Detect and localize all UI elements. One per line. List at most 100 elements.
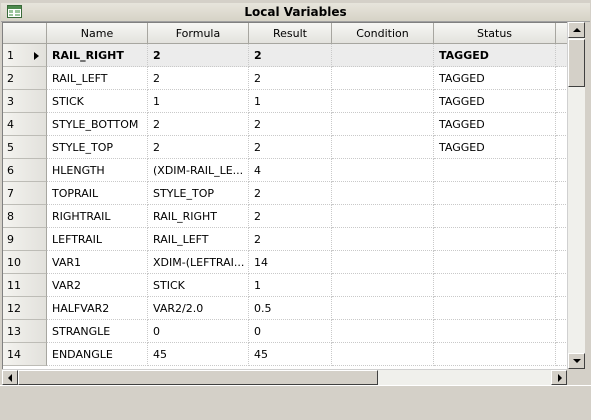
variables-grid[interactable]: Name Formula Result Condition Status 1 RAIL_RI… <box>2 22 568 369</box>
result-cell[interactable]: 0 <box>249 320 332 343</box>
condition-cell[interactable] <box>332 159 434 182</box>
formula-cell[interactable]: 0 <box>148 320 249 343</box>
table-row[interactable]: 2 RAIL_LEFT 2 2 TAGGED <box>3 67 568 90</box>
name-cell[interactable]: VAR2 <box>47 274 148 297</box>
column-header-result[interactable]: Result <box>249 23 332 44</box>
result-cell[interactable]: 14 <box>249 251 332 274</box>
vertical-scroll-thumb[interactable] <box>568 39 585 87</box>
condition-cell[interactable] <box>332 251 434 274</box>
name-cell[interactable]: ENDANGLE <box>47 343 148 366</box>
result-cell[interactable]: 1 <box>249 274 332 297</box>
name-cell[interactable]: STYLE_BOTTOM <box>47 113 148 136</box>
status-cell[interactable] <box>434 159 556 182</box>
condition-cell[interactable] <box>332 343 434 366</box>
condition-cell[interactable] <box>332 205 434 228</box>
formula-cell[interactable]: 2 <box>148 44 249 67</box>
formula-cell[interactable]: (XDIM-RAIL_LE... <box>148 159 249 182</box>
name-cell[interactable]: RAIL_RIGHT <box>47 44 148 67</box>
table-row[interactable]: 1 RAIL_RIGHT 2 2 TAGGED <box>3 44 568 67</box>
result-cell[interactable]: 4 <box>249 159 332 182</box>
name-cell[interactable]: RAIL_LEFT <box>47 67 148 90</box>
result-cell[interactable]: 1 <box>249 90 332 113</box>
table-row[interactable]: 14 ENDANGLE 45 45 <box>3 343 568 366</box>
formula-cell[interactable]: RAIL_LEFT <box>148 228 249 251</box>
status-cell[interactable]: TAGGED <box>434 44 556 67</box>
formula-cell[interactable]: 2 <box>148 113 249 136</box>
condition-cell[interactable] <box>332 67 434 90</box>
scroll-down-button[interactable] <box>568 353 585 369</box>
row-number[interactable]: 1 <box>3 44 47 67</box>
result-cell[interactable]: 0.5 <box>249 297 332 320</box>
table-row[interactable]: 3 STICK 1 1 TAGGED <box>3 90 568 113</box>
scroll-up-button[interactable] <box>568 22 585 38</box>
condition-cell[interactable] <box>332 297 434 320</box>
status-cell[interactable]: TAGGED <box>434 113 556 136</box>
vertical-scrollbar[interactable] <box>567 22 585 369</box>
result-cell[interactable]: 2 <box>249 113 332 136</box>
table-row[interactable]: 11 VAR2 STICK 1 <box>3 274 568 297</box>
condition-cell[interactable] <box>332 136 434 159</box>
name-cell[interactable]: LEFTRAIL <box>47 228 148 251</box>
column-header-condition[interactable]: Condition <box>332 23 434 44</box>
status-cell[interactable] <box>434 320 556 343</box>
condition-cell[interactable] <box>332 90 434 113</box>
scroll-right-button[interactable] <box>551 370 567 385</box>
condition-cell[interactable] <box>332 228 434 251</box>
table-row[interactable]: 12 HALFVAR2 VAR2/2.0 0.5 <box>3 297 568 320</box>
name-cell[interactable]: HLENGTH <box>47 159 148 182</box>
result-cell[interactable]: 2 <box>249 182 332 205</box>
row-number[interactable]: 3 <box>3 90 47 113</box>
table-row[interactable]: 9 LEFTRAIL RAIL_LEFT 2 <box>3 228 568 251</box>
condition-cell[interactable] <box>332 182 434 205</box>
row-number[interactable]: 14 <box>3 343 47 366</box>
status-cell[interactable] <box>434 182 556 205</box>
table-row[interactable]: 7 TOPRAIL STYLE_TOP 2 <box>3 182 568 205</box>
table-row[interactable]: 13 STRANGLE 0 0 <box>3 320 568 343</box>
status-cell[interactable] <box>434 251 556 274</box>
name-cell[interactable]: RIGHTRAIL <box>47 205 148 228</box>
formula-cell[interactable]: VAR2/2.0 <box>148 297 249 320</box>
name-cell[interactable]: STRANGLE <box>47 320 148 343</box>
formula-cell[interactable]: 45 <box>148 343 249 366</box>
row-number[interactable]: 12 <box>3 297 47 320</box>
row-number[interactable]: 2 <box>3 67 47 90</box>
scroll-left-button[interactable] <box>2 370 18 385</box>
row-number[interactable]: 9 <box>3 228 47 251</box>
table-row[interactable]: 5 STYLE_TOP 2 2 TAGGED <box>3 136 568 159</box>
status-cell[interactable] <box>434 228 556 251</box>
condition-cell[interactable] <box>332 274 434 297</box>
condition-cell[interactable] <box>332 113 434 136</box>
result-cell[interactable]: 2 <box>249 44 332 67</box>
horizontal-scroll-thumb[interactable] <box>18 370 378 385</box>
formula-cell[interactable]: XDIM-(LEFTRAI... <box>148 251 249 274</box>
condition-cell[interactable] <box>332 320 434 343</box>
formula-cell[interactable]: 2 <box>148 136 249 159</box>
formula-cell[interactable]: 1 <box>148 90 249 113</box>
row-number[interactable]: 6 <box>3 159 47 182</box>
horizontal-scrollbar[interactable] <box>2 369 567 385</box>
row-number[interactable]: 11 <box>3 274 47 297</box>
status-cell[interactable] <box>434 297 556 320</box>
formula-cell[interactable]: 2 <box>148 67 249 90</box>
row-number[interactable]: 13 <box>3 320 47 343</box>
status-cell[interactable] <box>434 274 556 297</box>
formula-cell[interactable]: STICK <box>148 274 249 297</box>
formula-cell[interactable]: STYLE_TOP <box>148 182 249 205</box>
name-cell[interactable]: TOPRAIL <box>47 182 148 205</box>
result-cell[interactable]: 2 <box>249 205 332 228</box>
row-number[interactable]: 7 <box>3 182 47 205</box>
result-cell[interactable]: 45 <box>249 343 332 366</box>
table-row[interactable]: 6 HLENGTH (XDIM-RAIL_LE... 4 <box>3 159 568 182</box>
result-cell[interactable]: 2 <box>249 67 332 90</box>
status-cell[interactable]: TAGGED <box>434 67 556 90</box>
row-number[interactable]: 10 <box>3 251 47 274</box>
status-cell[interactable]: TAGGED <box>434 90 556 113</box>
name-cell[interactable]: STICK <box>47 90 148 113</box>
table-row[interactable]: 10 VAR1 XDIM-(LEFTRAI... 14 <box>3 251 568 274</box>
name-cell[interactable]: STYLE_TOP <box>47 136 148 159</box>
result-cell[interactable]: 2 <box>249 136 332 159</box>
table-row[interactable]: 4 STYLE_BOTTOM 2 2 TAGGED <box>3 113 568 136</box>
row-number[interactable]: 8 <box>3 205 47 228</box>
condition-cell[interactable] <box>332 44 434 67</box>
status-cell[interactable]: TAGGED <box>434 136 556 159</box>
